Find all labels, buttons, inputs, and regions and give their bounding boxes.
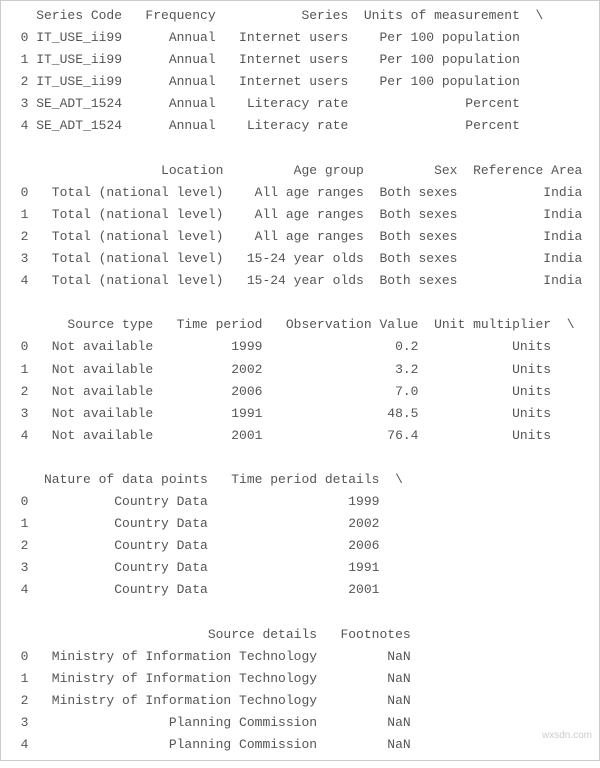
dataframe-output: Series Code Frequency Series Units of me… bbox=[5, 5, 595, 756]
watermark: wxsdn.com bbox=[542, 730, 592, 741]
